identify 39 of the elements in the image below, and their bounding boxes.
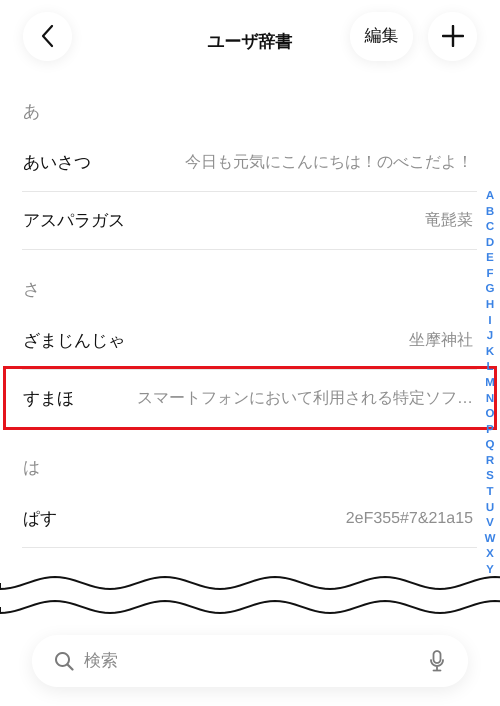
list-item[interactable]: あいさつ 今日も元気にこんにちは！のべこだよ！ [0,134,480,191]
index-letter[interactable]: O [486,407,494,423]
index-letter[interactable]: W [484,532,496,548]
index-letter[interactable]: Q [486,438,494,454]
index-letter[interactable]: E [486,251,494,267]
index-letter[interactable]: D [486,236,494,252]
index-letter[interactable]: G [486,282,494,298]
section-header: は [23,457,40,479]
index-letter[interactable]: H [486,298,494,314]
index-letter[interactable]: S [486,469,494,485]
microphone-icon[interactable] [430,650,444,672]
index-letter[interactable]: I [488,314,492,330]
list-item[interactable]: ざまじんじゃ 坐摩神社 [0,312,480,369]
index-letter[interactable]: T [486,484,494,501]
list-item[interactable]: ぱす 2eF355#7&21a15 [0,490,480,547]
list-item[interactable]: アスパラガス 竜髭菜 [0,192,480,249]
index-letter[interactable]: B [486,204,494,220]
list-item[interactable]: すまほ スマートフォンにおいて利用される特定ソフ… [0,370,480,427]
index-letter[interactable]: Y [486,562,494,578]
index-letter[interactable]: F [486,266,494,282]
index-letter[interactable]: N [486,392,494,408]
section-header: あ [23,101,40,123]
index-letter[interactable]: V [486,516,494,532]
index-letter[interactable]: X [486,547,494,563]
index-letter[interactable]: J [486,329,494,345]
index-letter[interactable]: M [485,376,495,392]
index-letter[interactable]: R [486,454,494,470]
index-letter[interactable]: P [486,422,494,438]
index-letter[interactable]: A [486,189,494,205]
index-letter[interactable]: C [486,220,494,236]
chevron-left-icon [40,24,54,48]
search-icon [54,651,74,671]
edit-button[interactable]: 編集 [350,12,413,60]
index-letter[interactable]: U [486,500,494,516]
plus-icon [442,25,464,47]
search-field[interactable]: 検索 [32,635,468,687]
section-header: さ [23,279,40,301]
screen-title: ユーザ辞書 [208,31,292,53]
index-letter[interactable]: K [486,344,494,360]
